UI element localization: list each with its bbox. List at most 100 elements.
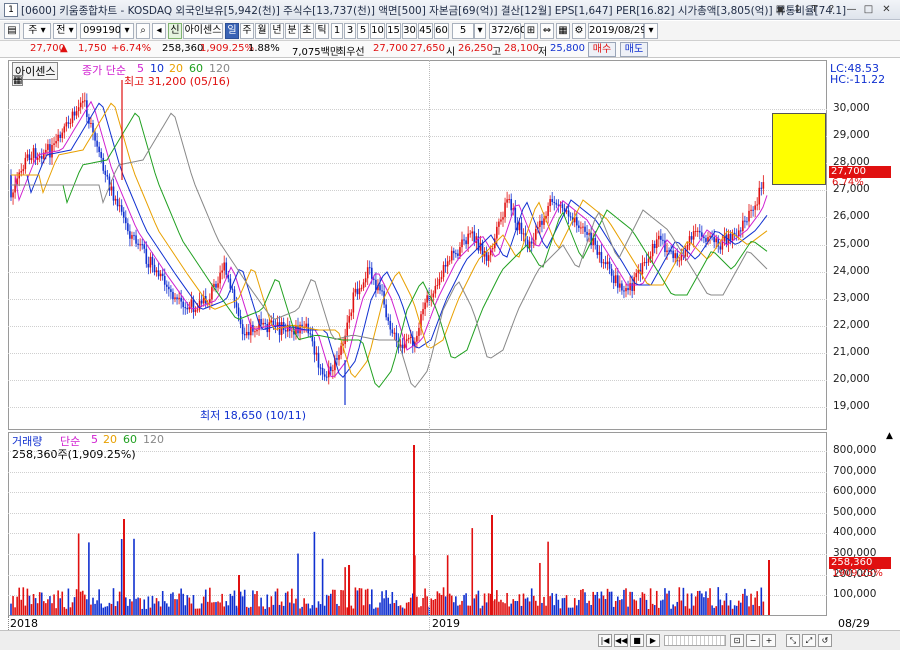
- interval-15[interactable]: 15: [386, 23, 401, 39]
- shrink-icon[interactable]: ⤢: [802, 634, 816, 647]
- volume-bar: [71, 602, 74, 615]
- candle-body: [332, 370, 334, 372]
- close-button[interactable]: ✕: [879, 3, 894, 17]
- interval-input[interactable]: 5: [452, 23, 474, 39]
- scroll-prev-icon[interactable]: ◀◀: [614, 634, 628, 647]
- volume-bar: [409, 597, 412, 615]
- candle-body: [653, 243, 656, 249]
- scroll-track[interactable]: [664, 635, 726, 646]
- candle-body: [541, 220, 543, 225]
- candle-body: [758, 187, 761, 205]
- volume-bar: [284, 592, 287, 615]
- date-input[interactable]: 2019/08/29: [588, 23, 647, 39]
- gear-icon[interactable]: ⚙: [572, 23, 586, 39]
- code-dropdown-icon[interactable]: ▾: [120, 23, 134, 39]
- fit-icon[interactable]: ⊡: [730, 634, 744, 647]
- period-minute[interactable]: 분: [285, 23, 299, 39]
- candle-body: [555, 202, 558, 205]
- volume-bar: [592, 591, 594, 615]
- interval-30[interactable]: 30: [402, 23, 417, 39]
- candle-body: [450, 250, 453, 261]
- interval-60[interactable]: 60: [434, 23, 449, 39]
- volume-bar: [555, 593, 558, 615]
- grid-icon[interactable]: ▦: [556, 23, 570, 39]
- mode-value: 전: [56, 25, 66, 36]
- highlight-box[interactable]: [772, 113, 826, 185]
- interval-10[interactable]: 10: [370, 23, 385, 39]
- interval-3[interactable]: 3: [344, 23, 356, 39]
- scroll-next-icon[interactable]: ▶: [646, 634, 660, 647]
- interval-45[interactable]: 45: [418, 23, 433, 39]
- market-select[interactable]: 주 ▾: [23, 23, 51, 39]
- volume-bar: [385, 590, 387, 615]
- period-second[interactable]: 초: [300, 23, 314, 39]
- volume-bar: [362, 605, 365, 615]
- volume-bar: [43, 601, 45, 615]
- candle-body: [688, 236, 691, 246]
- scroll-first-icon[interactable]: |◀: [598, 634, 612, 647]
- period-tick[interactable]: 틱: [315, 23, 329, 39]
- buy-button[interactable]: 매수: [588, 42, 616, 57]
- priority-label: 최우선: [337, 47, 365, 58]
- volume-bar: [500, 599, 502, 615]
- candle-body: [122, 211, 125, 218]
- period-day[interactable]: 일: [225, 23, 239, 39]
- candle-body: [309, 333, 312, 335]
- fit-icon[interactable]: ⇔: [540, 23, 554, 39]
- volume-bar: [619, 600, 621, 615]
- maximize-button[interactable]: □: [861, 3, 876, 17]
- candle-body: [219, 272, 221, 284]
- period-year[interactable]: 년: [270, 23, 284, 39]
- candle-body: [651, 243, 654, 257]
- zoom-in-icon[interactable]: +: [762, 634, 776, 647]
- candle-body: [617, 275, 619, 288]
- volume-bar: [92, 597, 94, 615]
- interval-dropdown-icon[interactable]: ▾: [474, 23, 486, 39]
- volume-bar: [229, 593, 232, 615]
- volume-bar: [582, 588, 584, 615]
- trade-amount: 7,075백만: [292, 47, 340, 58]
- collapse-icon[interactable]: ▲: [886, 431, 893, 441]
- stock-name: 아이센스: [183, 23, 223, 39]
- volume-bar: [424, 588, 426, 615]
- layout-icon[interactable]: ▣: [773, 3, 788, 17]
- volume-bar: [110, 603, 113, 615]
- volume-bar: [571, 607, 574, 615]
- candle-body: [623, 290, 625, 292]
- open-label: 시: [446, 47, 456, 58]
- volume-bar: [65, 608, 68, 615]
- expand-icon[interactable]: ⤡: [786, 634, 800, 647]
- chart-settings-icon[interactable]: ▤: [4, 23, 20, 39]
- candle-body: [141, 244, 143, 246]
- candle-body: [504, 202, 506, 218]
- calendar-icon[interactable]: ▾: [644, 23, 658, 39]
- mode-select[interactable]: 전 ▾: [53, 23, 77, 39]
- candle-body: [356, 288, 359, 295]
- candle-body: [506, 199, 508, 203]
- stock-code-input[interactable]: 099190: [80, 23, 121, 39]
- volume-bar: [541, 602, 543, 615]
- volume-bar: [79, 591, 82, 615]
- candle-body: [455, 253, 457, 255]
- help-icon[interactable]: ?: [824, 3, 839, 17]
- count-display[interactable]: 372/600: [489, 23, 533, 39]
- prev-stock-icon[interactable]: ◂: [152, 23, 166, 39]
- period-week[interactable]: 주: [240, 23, 254, 39]
- sell-button[interactable]: 매도: [620, 42, 648, 57]
- reset-icon[interactable]: ↺: [818, 634, 832, 647]
- text-tool-icon[interactable]: T: [807, 3, 822, 17]
- minimize-button[interactable]: —: [844, 3, 859, 17]
- zoom-out-icon[interactable]: −: [746, 634, 760, 647]
- zoom-icon[interactable]: ⊞: [524, 23, 538, 39]
- candle-body: [643, 262, 646, 264]
- resize-icon[interactable]: ↕: [790, 3, 805, 17]
- interval-1[interactable]: 1: [331, 23, 343, 39]
- candle-body: [215, 283, 217, 288]
- period-month[interactable]: 월: [255, 23, 269, 39]
- volume-bar: [295, 598, 297, 615]
- search-icon[interactable]: ⌕: [136, 23, 150, 39]
- volume-bar: [434, 598, 437, 615]
- stop-icon[interactable]: ■: [630, 634, 644, 647]
- interval-5[interactable]: 5: [357, 23, 369, 39]
- candle-body: [598, 251, 601, 255]
